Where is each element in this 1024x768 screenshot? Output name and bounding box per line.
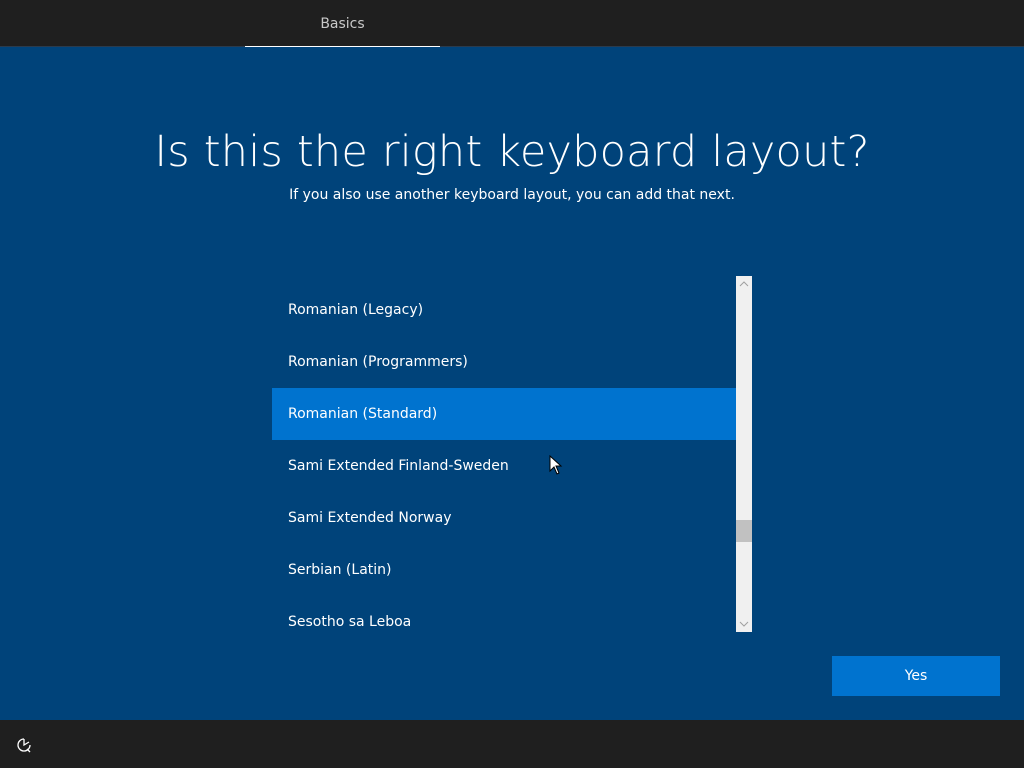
list-item-label: Sesotho sa Leboa <box>288 614 412 630</box>
page-subtitle: If you also use another keyboard layout,… <box>289 187 735 203</box>
top-bar <box>0 0 1024 46</box>
list-item-selected[interactable]: Romanian (Standard) <box>272 388 736 440</box>
list-item-label: Serbian (Latin) <box>288 562 392 578</box>
list-item-label: Romanian (Standard) <box>288 406 438 422</box>
page-title: Is this the right keyboard layout? <box>154 127 870 177</box>
mouse-cursor-icon <box>549 454 563 475</box>
list-item[interactable]: Sami Extended Norway <box>272 492 736 544</box>
list-item-label: Sami Extended Finland-Sweden <box>288 458 509 474</box>
chevron-up-icon[interactable] <box>736 276 752 292</box>
list-item[interactable]: Romanian (Legacy) <box>272 284 736 336</box>
list-item[interactable]: Serbian (Latin) <box>272 544 736 596</box>
list-item-label: Romanian (Programmers) <box>288 354 468 370</box>
ease-of-access-icon[interactable] <box>15 736 33 754</box>
keyboard-layout-list[interactable]: Romanian (Legacy) Romanian (Programmers)… <box>272 276 736 632</box>
tab-basics-label: Basics <box>320 16 365 32</box>
scrollbar-thumb[interactable] <box>736 520 752 542</box>
chevron-down-icon[interactable] <box>736 616 752 632</box>
list-item[interactable]: Romanian (Programmers) <box>272 336 736 388</box>
bottom-bar <box>0 720 1024 768</box>
list-item[interactable]: Sesotho sa Leboa <box>272 596 736 632</box>
yes-button[interactable]: Yes <box>832 656 1000 696</box>
list-item-label: Sami Extended Norway <box>288 510 452 526</box>
list-scrollbar[interactable] <box>736 276 752 632</box>
list-item-label: Romanian (Legacy) <box>288 302 424 318</box>
tab-basics: Basics <box>245 0 440 48</box>
list-item[interactable]: Sami Extended Finland-Sweden <box>272 440 736 492</box>
